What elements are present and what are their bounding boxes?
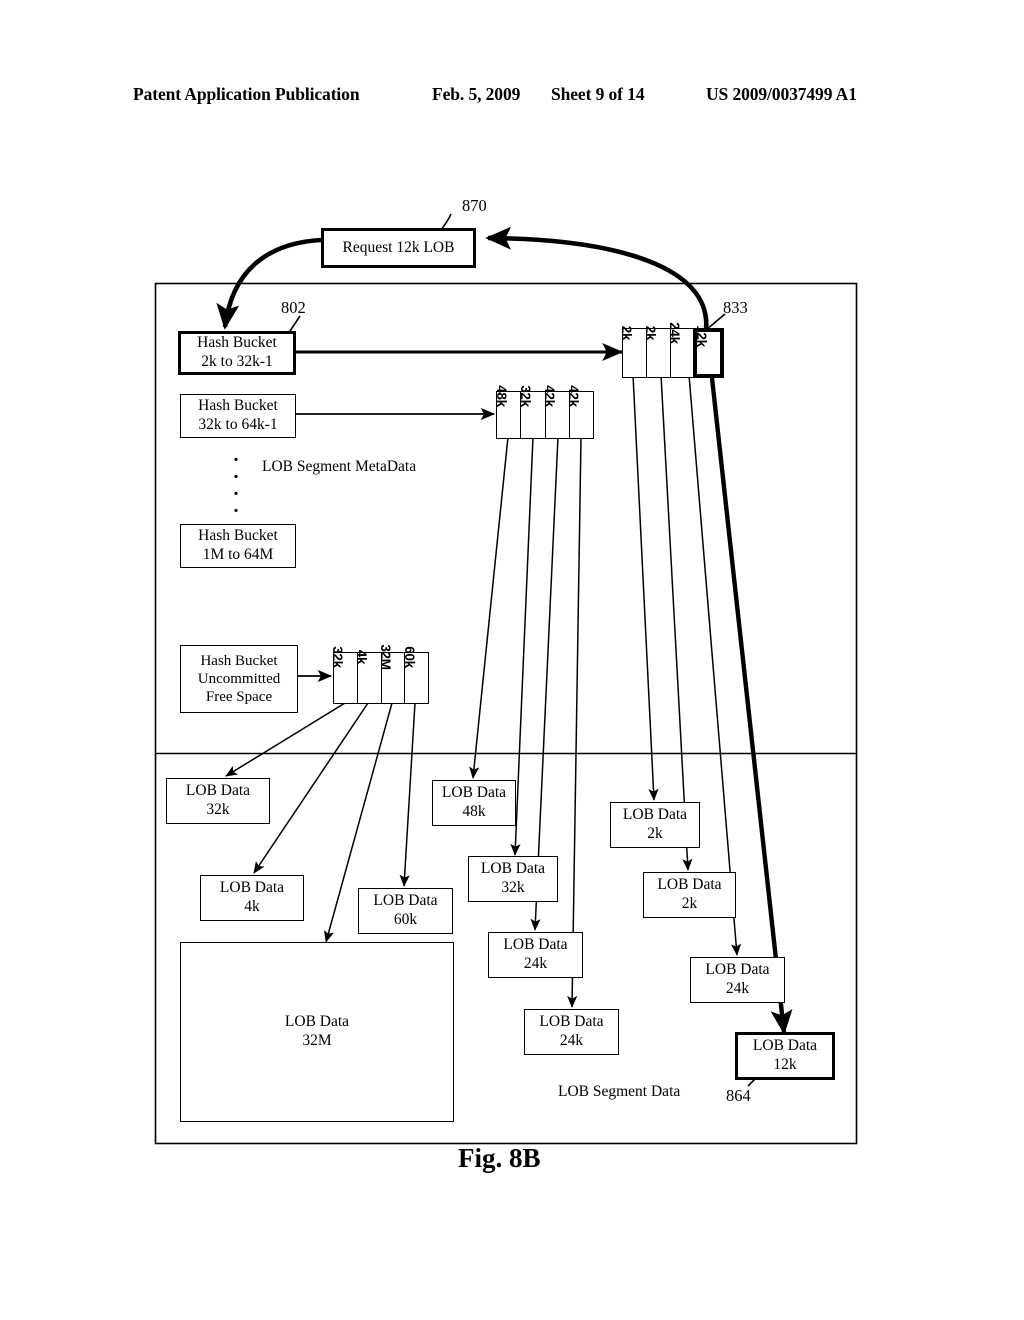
ref-864: 864	[726, 1086, 751, 1105]
hash-bucket-1M-line2: 1M to 64M	[202, 546, 274, 563]
arrow-chain42k2-to-lob24k-b	[567, 436, 582, 1008]
arrow-833-cell4-to-lob12k	[709, 377, 793, 1035]
lob-data-24k-b-line2: 24k	[559, 1032, 584, 1049]
lob-data-24k-c-line2: 24k	[725, 980, 750, 997]
lob-data-32k-b-line1: LOB Data	[480, 860, 546, 878]
lob-data-32M[interactable]: LOB Data 32M	[180, 942, 454, 1122]
chain-833[interactable]: 2k 2k 24k 12k	[619, 322, 724, 378]
hash-bucket-2k-line2: 2k to 32k-1	[201, 353, 273, 370]
hash-bucket-32k-line1: Hash Bucket	[198, 397, 278, 415]
ref-802: 802	[281, 298, 306, 317]
chain-free-space[interactable]: 32k 4k 32M 60k	[330, 644, 429, 704]
hash-bucket-32k[interactable]: Hash Bucket 32k to 64k-1	[180, 394, 296, 438]
request-box[interactable]: Request 12k LOB	[321, 228, 476, 268]
lob-data-32M-line2: 32M	[302, 1032, 332, 1049]
lob-data-4k-line2: 4k	[244, 898, 260, 915]
figure-8b: Request 12k LOB 870 Hash Bucket 2k to 32…	[0, 0, 1024, 1320]
lob-data-48k-line2: 48k	[462, 803, 486, 820]
lob-data-24k-c-line1: LOB Data	[705, 961, 770, 979]
lob-data-32M-line1: LOB Data	[284, 1013, 350, 1031]
arrow-chain-to-request	[485, 226, 709, 331]
chain-free-space-cell-1-label: 32k	[330, 646, 346, 668]
lob-data-32k-a[interactable]: LOB Data 32k	[166, 778, 270, 824]
lob-data-2k-a-line1: LOB Data	[622, 806, 688, 824]
lob-data-4k-line1: LOB Data	[219, 879, 285, 897]
arrow-free60k-to-lob60k	[399, 702, 416, 887]
lob-segment-metadata-title: LOB Segment MetaData	[262, 458, 417, 475]
chain-833-cell-2-label: 2k	[643, 325, 659, 341]
lob-data-48k[interactable]: LOB Data 48k	[432, 780, 516, 826]
chain-32k[interactable]: 48k 32k 42k 42k	[494, 385, 594, 439]
lob-data-2k-a-line2: 2k	[647, 825, 663, 842]
lob-data-24k-a-line1: LOB Data	[503, 936, 568, 954]
hash-bucket-free-space-line1: Hash Bucket	[200, 652, 278, 669]
figure-caption: Fig. 8B	[458, 1143, 541, 1173]
figure-connectors	[154, 213, 858, 1145]
hash-bucket-2k-line1: Hash Bucket	[197, 334, 277, 352]
arrow-free4k-to-lob4k	[253, 702, 369, 874]
chain-32k-cell-1-label: 48k	[493, 385, 509, 407]
lob-data-32k-b-line2: 32k	[501, 879, 525, 896]
lob-data-2k-b[interactable]: LOB Data 2k	[643, 872, 736, 918]
hash-bucket-2k[interactable]: Hash Bucket 2k to 32k-1	[178, 331, 296, 375]
chain-833-cell-4[interactable]: 12k	[694, 325, 723, 377]
lob-data-2k-b-line2: 2k	[681, 895, 698, 912]
chain-833-cell-3-label: 24k	[666, 322, 682, 344]
hash-bucket-free-space-line2: Uncommitted	[197, 670, 281, 687]
lob-data-48k-line1: LOB Data	[441, 784, 507, 802]
lob-data-12k[interactable]: LOB Data 12k	[735, 1032, 835, 1080]
lob-data-2k-b-line1: LOB Data	[657, 876, 722, 894]
vertical-ellipsis: ....	[233, 444, 239, 517]
arrow-chain32k-to-lob32k-b	[510, 436, 534, 856]
chain-833-cell-1-label: 2k	[619, 325, 635, 341]
lob-data-24k-a-line2: 24k	[523, 955, 548, 972]
ref-833: 833	[723, 298, 748, 317]
chain-833-cell-4-label: 12k	[693, 325, 709, 347]
hash-bucket-32k-line2: 32k to 64k-1	[198, 416, 278, 433]
hash-bucket-free-space-line3: Free Space	[205, 689, 273, 706]
hash-bucket-1M-line1: Hash Bucket	[198, 527, 278, 545]
lob-data-60k[interactable]: LOB Data 60k	[358, 888, 453, 934]
ref-870: 870	[462, 196, 487, 215]
hash-bucket-free-space[interactable]: Hash Bucket Uncommitted Free Space	[180, 645, 298, 713]
request-box-label: Request 12k LOB	[342, 238, 455, 256]
lob-data-60k-line2: 60k	[393, 911, 418, 928]
lob-data-60k-line1: LOB Data	[373, 892, 438, 910]
lob-data-4k[interactable]: LOB Data 4k	[200, 875, 304, 921]
arrow-833-cell3-to-lob24k-c	[688, 374, 742, 956]
lob-data-12k-line2: 12k	[773, 1056, 797, 1073]
arrow-free32k-to-lob32k-a	[225, 702, 346, 777]
lob-data-24k-b-line1: LOB Data	[539, 1013, 604, 1031]
arrow-request-to-bucket	[216, 237, 322, 330]
chain-32k-cell-4[interactable]: 42k	[566, 385, 593, 438]
arrow-833-cell2-to-lob2k-b	[660, 374, 693, 871]
lob-data-12k-line1: LOB Data	[752, 1037, 818, 1055]
chain-free-space-cell-4[interactable]: 60k	[402, 646, 428, 703]
chain-833-cell-3[interactable]: 24k	[667, 322, 695, 377]
arrow-833-cell1-to-lob2k-a	[632, 374, 659, 801]
lob-data-2k-a[interactable]: LOB Data 2k	[610, 802, 700, 848]
lob-data-24k-c[interactable]: LOB Data 24k	[690, 957, 785, 1003]
chain-free-space-cell-3-label: 32M	[377, 644, 393, 670]
chain-32k-cell-3-label: 42k	[542, 385, 558, 407]
lob-data-24k-a[interactable]: LOB Data 24k	[488, 932, 583, 978]
lob-segment-data-title: LOB Segment Data	[558, 1083, 681, 1100]
lob-data-32k-a-line2: 32k	[206, 801, 230, 818]
chain-free-space-cell-2-label: 4k	[354, 649, 370, 665]
lob-data-32k-b[interactable]: LOB Data 32k	[468, 856, 558, 902]
chain-32k-cell-4-label: 42k	[566, 385, 582, 407]
lob-data-32k-a-line1: LOB Data	[185, 782, 251, 800]
hash-bucket-1M[interactable]: Hash Bucket 1M to 64M	[180, 524, 296, 568]
chain-free-space-cell-4-label: 60k	[401, 646, 417, 668]
lob-data-24k-b[interactable]: LOB Data 24k	[524, 1009, 619, 1055]
arrow-chain48k-to-lob48k	[469, 436, 509, 779]
chain-32k-cell-2-label: 32k	[517, 385, 533, 407]
